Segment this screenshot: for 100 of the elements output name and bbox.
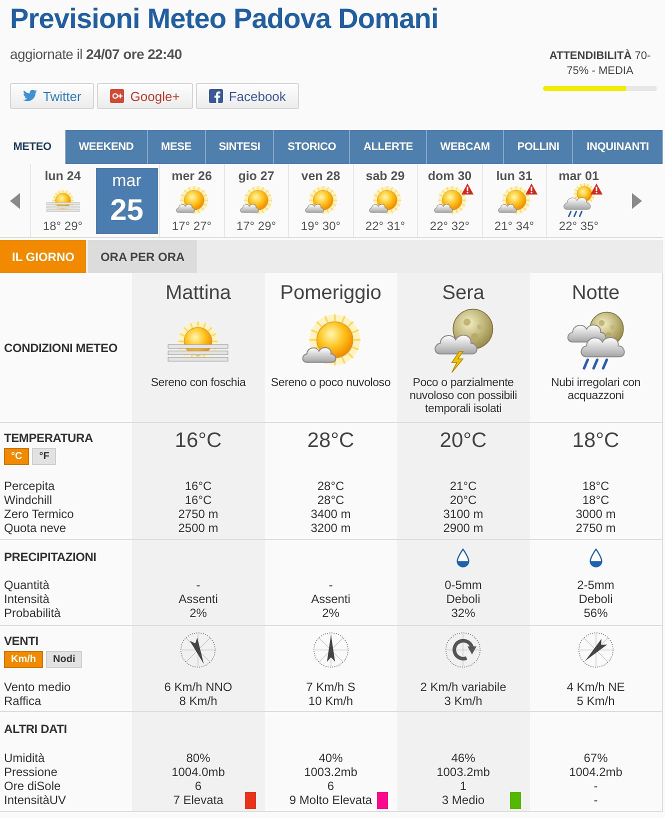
unit-toggle[interactable]: °C xyxy=(4,448,30,465)
section-title: PRECIPITAZIONI xyxy=(4,550,98,564)
arrow-left-icon[interactable] xyxy=(10,192,20,208)
table-cell: 6 xyxy=(327,779,334,793)
reliability-text: ATTENDIBILITÀ 70-75% - MEDIA xyxy=(548,49,652,79)
table-cell: 1004.0mb xyxy=(172,765,225,779)
weather-description: Sereno o poco nuvoloso xyxy=(270,377,392,390)
sun-cloud-icon xyxy=(497,186,532,216)
row-label: Pressione xyxy=(4,765,58,779)
table-cell: 2% xyxy=(190,606,207,620)
sun-rain-cloud-icon xyxy=(562,183,596,218)
table-cell: 7 Km/h S xyxy=(306,680,356,694)
table-cell: 7 Elevata xyxy=(173,793,224,807)
page-title: Previsioni Meteo Padova Domani xyxy=(9,2,440,36)
table-cell: 10 Km/h xyxy=(308,694,354,708)
row-label: Probabilità xyxy=(4,606,62,620)
row-label: Ore diSole xyxy=(4,779,62,793)
sun-cloud-icon xyxy=(300,314,362,368)
unit-toggle[interactable]: Km/h xyxy=(4,651,43,668)
nav-tab[interactable]: INQUINANTI xyxy=(573,130,664,164)
table-cell: 18°C xyxy=(582,479,610,493)
day-tab[interactable]: mar 01 22° 35° xyxy=(546,164,610,237)
unit-toggle[interactable]: Nodi xyxy=(46,651,82,668)
table-cell: 67% xyxy=(584,751,608,765)
section-title: CONDIZIONI METEO xyxy=(4,340,118,354)
sun-cloud-icon xyxy=(432,186,467,216)
nav-tab[interactable]: METEO xyxy=(0,130,66,164)
table-cell: 18°C xyxy=(582,493,610,507)
row-label: IntensitàUV xyxy=(4,793,68,807)
compass-arrow-icon xyxy=(312,632,349,668)
temperature-value: 28°C xyxy=(307,429,354,453)
table-cell: 3 Medio xyxy=(442,793,485,807)
day-tab[interactable]: mar 25 xyxy=(96,168,158,234)
day-tab[interactable]: lun 24 18° 29° xyxy=(30,164,94,237)
table-cell: 20°C xyxy=(450,493,477,507)
arrow-right-icon[interactable] xyxy=(632,192,642,208)
nav-tab[interactable]: SINTESI xyxy=(206,130,274,164)
table-cell: 1 xyxy=(460,779,467,793)
table-cell: 3400 m xyxy=(310,507,351,521)
day-tab[interactable]: sab 29 22° 31° xyxy=(352,164,417,237)
weather-description: Nubi irregolari con acquazzoni xyxy=(550,377,642,403)
table-cell: 46% xyxy=(451,751,476,765)
view-tab[interactable]: IL GIORNO xyxy=(0,240,86,273)
temperature-value: 18°C xyxy=(572,429,620,453)
row-label: Vento medio xyxy=(4,680,72,694)
day-tab[interactable]: mer 26 17° 27° xyxy=(159,164,224,237)
row-label: Windchill xyxy=(4,493,54,507)
nav-tab[interactable]: ALLERTE xyxy=(350,130,428,164)
table-cell: 5 Km/h xyxy=(576,694,615,708)
view-tab[interactable]: ORA PER ORA xyxy=(88,240,197,273)
table-cell: 1003.2mb xyxy=(436,765,490,779)
circular-arrow-icon xyxy=(445,632,482,668)
moon-rain-cloud-icon xyxy=(564,311,627,371)
nav-tab[interactable]: STORICO xyxy=(274,130,350,164)
sun-cloud-icon xyxy=(304,186,338,216)
table-cell: 2% xyxy=(322,606,340,620)
day-tab[interactable]: dom 30 22° 32° xyxy=(417,164,482,237)
table-cell: 9 Molto Elevata xyxy=(289,793,372,807)
weather-description: Poco o parzialmente nuvoloso con possibili temporali isolati xyxy=(408,377,518,416)
table-cell: - xyxy=(328,578,333,592)
share-button[interactable]: Facebook xyxy=(196,83,299,109)
row-label: Raffica xyxy=(4,694,42,708)
row-label: Quota neve xyxy=(4,521,68,535)
compass-arrow-icon xyxy=(180,632,216,668)
table-cell: 2500 m xyxy=(178,521,218,535)
table-cell: 1003.2mb xyxy=(304,765,358,779)
table-cell: 16°C xyxy=(184,493,212,507)
table-cell: Deboli xyxy=(446,592,480,606)
period-heading: Pomeriggio xyxy=(280,281,382,305)
update-time-text: aggiornate il 24/07 ore 22:40 xyxy=(10,45,183,63)
temperature-value: 20°C xyxy=(440,429,487,453)
table-cell: 2900 m xyxy=(443,521,484,535)
table-cell: 32% xyxy=(451,606,476,620)
nav-tab[interactable]: POLLINI xyxy=(504,130,574,164)
weather-description: Sereno con foschia xyxy=(150,377,247,390)
google-plus-icon xyxy=(110,89,124,103)
period-heading: Notte xyxy=(572,281,620,305)
row-label: Quantità xyxy=(4,578,50,592)
table-cell: 3 Km/h xyxy=(444,694,482,708)
table-cell: 80% xyxy=(186,751,210,765)
nav-tab[interactable]: MESE xyxy=(148,130,206,164)
table-cell: 16°C xyxy=(184,479,212,493)
temperature-value: 16°C xyxy=(174,429,222,453)
table-cell: - xyxy=(196,578,200,592)
day-tab[interactable]: ven 28 19° 30° xyxy=(288,164,352,237)
share-button[interactable]: Twitter xyxy=(10,83,94,109)
table-cell: Assenti xyxy=(311,592,350,606)
day-tab[interactable]: gio 27 17° 29° xyxy=(224,164,288,237)
period-heading: Mattina xyxy=(165,281,232,305)
table-cell: 8 Km/h xyxy=(179,694,218,708)
day-tab[interactable]: lun 31 21° 34° xyxy=(482,164,546,237)
section-title: ALTRI DATI xyxy=(4,722,68,736)
nav-tab[interactable]: WEBCAM xyxy=(427,130,504,164)
share-button[interactable]: Google+ xyxy=(97,83,193,109)
sun-cloud-icon xyxy=(368,186,402,216)
nav-tab[interactable]: WEEKEND xyxy=(66,130,148,164)
unit-toggle[interactable]: °F xyxy=(32,448,56,465)
row-label: Intensità xyxy=(4,592,50,606)
table-cell: 6 xyxy=(194,779,202,793)
table-cell: 3100 m xyxy=(443,507,484,521)
